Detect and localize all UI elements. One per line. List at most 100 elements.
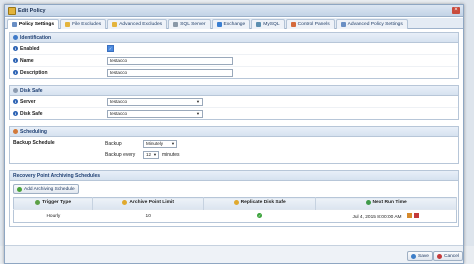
replicate-icon xyxy=(233,200,239,205)
limit-cell: 10 xyxy=(92,209,204,223)
backup-frequency-select[interactable]: Minutely ▼ xyxy=(143,140,177,148)
check-icon: ✓ xyxy=(257,213,263,218)
disk-safe-section: Disk Safe i Server testacco ▼ i Disk Safe t… xyxy=(9,85,459,120)
backup-every-label: Backup every xyxy=(105,152,136,158)
save-icon xyxy=(411,253,416,259)
section-header: Identification xyxy=(10,33,458,43)
chevron-down-icon: ▼ xyxy=(196,110,200,116)
delete-icon[interactable] xyxy=(414,212,420,218)
add-archiving-schedule-button[interactable]: Add Archiving Schedule xyxy=(13,184,79,194)
tab-sql-server[interactable]: SQL Server xyxy=(168,19,211,29)
close-button[interactable]: × xyxy=(452,7,460,14)
cancel-button[interactable]: Cancel xyxy=(433,251,463,261)
id-card-icon xyxy=(13,35,18,40)
field-label: Enabled xyxy=(20,45,40,52)
clock-icon xyxy=(365,200,371,205)
dialog-footer: Save Cancel xyxy=(5,245,463,263)
info-icon: i xyxy=(13,70,18,75)
backup-schedule-row: Backup Schedule Backup Minutely ▼ Backup … xyxy=(10,137,458,163)
backup-interval-select[interactable]: 12 ▼ xyxy=(143,151,159,159)
tab-label: Policy Settings xyxy=(19,22,55,27)
edit-policy-dialog: Edit Policy × Policy Settings File Exclu… xyxy=(4,4,464,264)
info-icon: i xyxy=(13,111,18,116)
archiving-table: Trigger Type Archive Point Limit Replica… xyxy=(13,197,457,223)
tab-label: Control Panels xyxy=(297,22,330,27)
field-label: Description xyxy=(20,69,48,76)
field-label: Disk Safe xyxy=(20,110,43,117)
tab-label: File Excludes xyxy=(72,22,102,27)
minutes-label: minutes xyxy=(162,152,180,158)
tab-label: MySQL xyxy=(263,22,280,27)
section-title: Scheduling xyxy=(20,128,47,135)
column-label: Archive Point Limit xyxy=(129,200,174,205)
replicate-cell: ✓ xyxy=(203,209,316,223)
tab-control-panels[interactable]: Control Panels xyxy=(285,19,335,29)
name-row: i Name testacco xyxy=(10,55,458,67)
tab-exchange[interactable]: Exchange xyxy=(211,19,251,29)
policy-icon xyxy=(8,6,16,15)
edit-icon[interactable] xyxy=(406,212,412,218)
next-run-value: Jul 4, 2015 8:00:00 AM xyxy=(352,214,402,220)
column-label: Next Run Time xyxy=(372,200,407,205)
chevron-down-icon: ▼ xyxy=(153,152,157,157)
section-title: Recovery Point Archiving Schedules xyxy=(13,172,101,179)
table-header-row: Trigger Type Archive Point Limit Replica… xyxy=(13,197,457,210)
button-label: Save xyxy=(418,253,429,259)
calendar-icon xyxy=(13,129,18,134)
button-label: Cancel xyxy=(444,253,459,259)
section-header: Scheduling xyxy=(10,127,458,137)
description-input[interactable]: testacco xyxy=(107,68,233,77)
disk-safe-select[interactable]: testacco ▼ xyxy=(107,109,203,118)
tab-policy-settings[interactable]: Policy Settings xyxy=(7,19,60,29)
info-icon: i xyxy=(13,46,18,51)
backup-label: Backup xyxy=(105,141,122,147)
tab-label: Advanced Excludes xyxy=(119,22,163,27)
name-input[interactable]: testacco xyxy=(107,56,233,65)
tab-advanced-policy-settings[interactable]: Advanced Policy Settings xyxy=(335,19,408,29)
folder-icon xyxy=(65,22,71,27)
panel-icon xyxy=(290,22,296,27)
chevron-down-icon: ▼ xyxy=(171,141,175,146)
disk-icon xyxy=(13,88,18,93)
column-label: Trigger Type xyxy=(42,200,72,205)
column-header: Next Run Time xyxy=(315,197,457,210)
dialog-title: Edit Policy xyxy=(18,7,46,14)
trigger-cell: Hourly xyxy=(13,209,93,223)
select-value: testacco xyxy=(110,110,128,116)
chevron-down-icon: ▼ xyxy=(196,98,200,104)
select-value: Minutely xyxy=(146,141,164,146)
tab-label: Exchange xyxy=(223,22,246,27)
enabled-checkbox[interactable]: ✓ xyxy=(107,45,114,52)
archiving-section: Recovery Point Archiving Schedules Add A… xyxy=(9,170,459,227)
server-row: i Server testacco ▼ xyxy=(10,96,458,108)
next-run-cell: Jul 4, 2015 8:00:00 AM xyxy=(315,209,457,223)
folder-icon xyxy=(112,22,118,27)
description-row: i Description testacco xyxy=(10,67,458,78)
select-value: 12 xyxy=(146,152,152,157)
scheduling-section: Scheduling Backup Schedule Backup Minute… xyxy=(9,126,459,164)
save-button[interactable]: Save xyxy=(407,251,433,261)
cancel-icon xyxy=(437,253,442,259)
database-icon xyxy=(173,22,179,27)
limit-icon xyxy=(122,200,128,205)
trigger-icon xyxy=(35,200,41,205)
table-row[interactable]: Hourly 10 ✓ Jul 4, 2015 8:00:00 AM xyxy=(13,209,457,223)
section-header: Disk Safe xyxy=(10,86,458,96)
server-select[interactable]: testacco ▼ xyxy=(107,97,203,106)
database-icon xyxy=(256,22,262,27)
enabled-row: i Enabled ✓ xyxy=(10,43,458,55)
gear-icon xyxy=(12,22,17,27)
tab-advanced-excludes[interactable]: Advanced Excludes xyxy=(107,19,168,29)
disk-safe-row: i Disk Safe testacco ▼ xyxy=(10,108,458,119)
tab-label: Advanced Policy Settings xyxy=(347,22,403,27)
tab-mysql[interactable]: MySQL xyxy=(251,19,285,29)
section-title: Identification xyxy=(20,34,52,41)
gear-icon xyxy=(340,22,346,27)
policy-settings-panel: Identification i Enabled ✓ i Name testacco… xyxy=(9,32,459,233)
add-icon xyxy=(17,186,22,192)
field-label: Server xyxy=(20,98,36,105)
dialog-titlebar[interactable]: Edit Policy × xyxy=(5,5,463,17)
section-title: Disk Safe xyxy=(20,87,43,94)
tab-file-excludes[interactable]: File Excludes xyxy=(60,19,107,29)
mail-icon xyxy=(216,22,222,27)
